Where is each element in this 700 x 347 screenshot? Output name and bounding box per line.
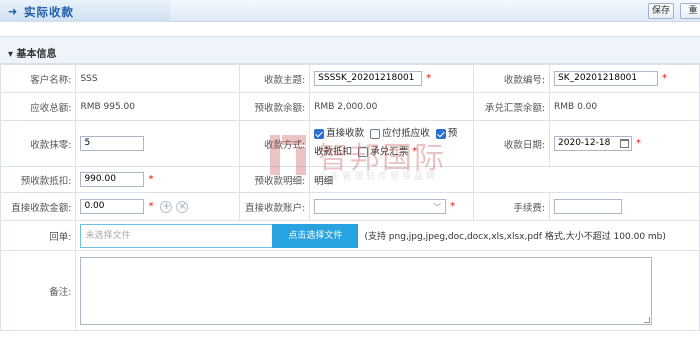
acceptance-balance-value: RMB 0.00: [554, 102, 598, 112]
title-bar: ➜ 实际收款 保存 重: [0, 0, 700, 22]
acceptance-balance-label: 承兑汇票余额:: [473, 92, 551, 121]
required-mark: *: [426, 73, 432, 84]
direct-amount-input[interactable]: 0.00: [80, 199, 145, 214]
fee-label: 手续费:: [473, 192, 551, 221]
prepaid-checkbox[interactable]: [435, 128, 446, 139]
date-label: 收款日期:: [473, 120, 551, 167]
date-input[interactable]: 2020-12-18: [554, 136, 633, 151]
file-path-field[interactable]: 未选择文件: [80, 223, 277, 248]
arrow-right-icon: ➜: [8, 5, 18, 18]
prepaid-deduction-input[interactable]: 990.00: [80, 172, 145, 187]
date-value: 2020-12-18: [558, 138, 611, 148]
rounding-input[interactable]: 5: [80, 136, 145, 151]
subject-label: 收款主题:: [239, 64, 311, 93]
prepaid-detail-label: 预收款明细:: [239, 166, 311, 193]
required-mark: *: [148, 174, 154, 185]
receipt-deduction-label: 收款抵扣: [314, 146, 353, 158]
acceptance-bill-label: 承兑汇票: [370, 146, 409, 158]
chevron-down-icon: ﹀: [433, 203, 442, 212]
choose-file-button[interactable]: 点击选择文件: [272, 223, 359, 248]
page-title: 实际收款: [24, 5, 74, 19]
number-input[interactable]: SK_20201218001: [554, 71, 659, 86]
fee-input[interactable]: [554, 199, 623, 214]
direct-account-label: 直接收款账户:: [239, 192, 311, 221]
direct-receipt-checkbox[interactable]: [314, 128, 325, 139]
acceptance-bill-checkbox[interactable]: [358, 147, 369, 158]
remark-textarea[interactable]: [80, 256, 653, 325]
empty-cell: [473, 166, 550, 193]
offset-payable-label: 应付抵应收: [382, 128, 430, 140]
direct-account-select[interactable]: ﹀: [314, 199, 447, 214]
direct-receipt-label: 直接收款: [326, 128, 365, 140]
total-receivable-value: RMB 995.00: [80, 102, 135, 112]
section-title: ▾ 基本信息: [8, 49, 57, 60]
resize-handle[interactable]: [644, 316, 651, 323]
prepaid-label: 预: [447, 128, 458, 140]
prepaid-balance-value: RMB 2,000.00: [314, 102, 378, 112]
prepaid-detail-link[interactable]: 明细: [314, 176, 333, 187]
required-mark: *: [662, 73, 668, 84]
number-label: 收款编号:: [473, 64, 551, 93]
reset-button[interactable]: 重: [680, 3, 700, 19]
close-circle-icon[interactable]: ×: [176, 200, 189, 213]
section-header: ▾ 基本信息: [0, 36, 700, 64]
remark-label: 备注:: [0, 250, 77, 331]
rounding-label: 收款抹零:: [0, 120, 77, 167]
customer-name-label: 客户名称:: [0, 64, 77, 93]
required-mark: *: [450, 201, 456, 212]
customer-name-value: SSS: [80, 74, 98, 84]
direct-amount-label: 直接收款金额:: [0, 192, 77, 221]
basic-info-form: 客户名称: SSS 收款主题: SSSSK_20201218001 * 收款编号:…: [0, 64, 700, 331]
prepaid-balance-label: 预收款余额:: [239, 92, 311, 121]
required-mark: *: [636, 138, 642, 149]
prepaid-deduction-label: 预收款抵扣:: [0, 166, 77, 193]
save-button[interactable]: 保存: [648, 3, 674, 19]
required-mark: *: [412, 146, 418, 158]
file-format-note: (支持 png,jpg,jpeg,doc,docx,xls,xlsx,pdf 格…: [364, 232, 666, 242]
receipt-label: 回单:: [0, 220, 77, 251]
offset-payable-checkbox[interactable]: [370, 128, 381, 139]
required-mark: *: [148, 201, 154, 212]
plus-circle-icon[interactable]: +: [160, 200, 173, 213]
empty-cell: [549, 166, 700, 193]
method-label: 收款方式:: [239, 120, 311, 167]
calendar-icon[interactable]: [620, 139, 630, 148]
total-receivable-label: 应收总额:: [0, 92, 77, 121]
title-tab: ➜ 实际收款: [0, 0, 170, 22]
subject-input[interactable]: SSSSK_20201218001: [314, 71, 423, 86]
